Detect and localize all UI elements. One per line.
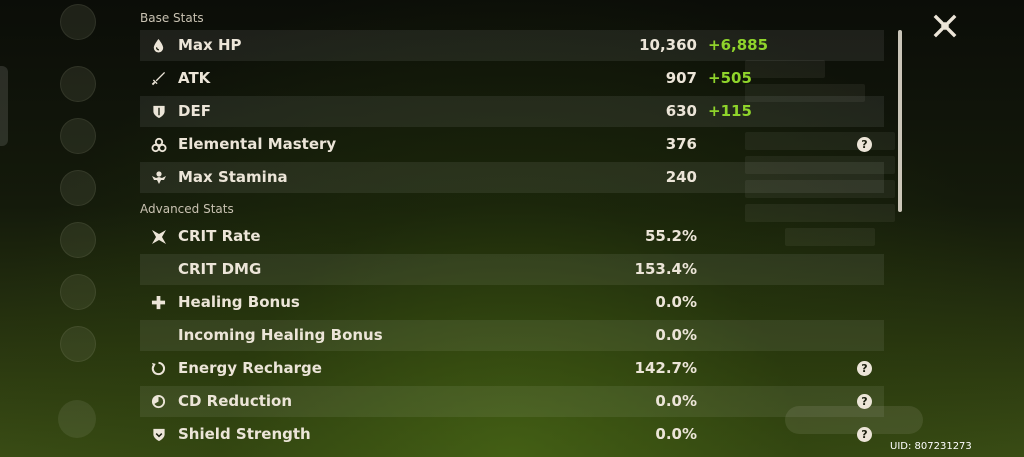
- stat-value: 0.0%: [655, 326, 697, 344]
- stat-label: CD Reduction: [178, 392, 293, 410]
- cd-reduction-icon: [150, 393, 167, 410]
- stat-row-def: DEF 630 +115: [140, 96, 884, 127]
- crit-rate-icon: [150, 228, 167, 245]
- background-side-tab: [0, 66, 8, 146]
- background-avatar: [60, 4, 96, 40]
- stat-value: 153.4%: [634, 260, 697, 278]
- stat-label: Energy Recharge: [178, 359, 322, 377]
- elemental-mastery-icon: [150, 136, 167, 153]
- water-drop-icon: [150, 37, 167, 54]
- background-avatar: [60, 274, 96, 310]
- stat-bonus: +505: [708, 69, 752, 87]
- stat-value: 630: [665, 102, 697, 120]
- help-icon[interactable]: ?: [857, 137, 872, 152]
- stat-row-crit-dmg: CRIT DMG 153.4%: [140, 254, 884, 285]
- close-button[interactable]: [933, 14, 957, 38]
- stat-bonus: +115: [708, 102, 752, 120]
- help-icon[interactable]: ?: [857, 427, 872, 442]
- stat-label: Incoming Healing Bonus: [178, 326, 383, 344]
- stat-row-cd-reduction: CD Reduction 0.0% ?: [140, 386, 884, 417]
- stat-row-shield-strength: Shield Strength 0.0% ?: [140, 419, 884, 450]
- stat-value: 907: [665, 69, 697, 87]
- stat-label: Max HP: [178, 36, 242, 54]
- stat-label: ATK: [178, 69, 211, 87]
- stat-value: 142.7%: [634, 359, 697, 377]
- stat-row-crit-rate: CRIT Rate 55.2%: [140, 221, 884, 252]
- background-avatar: [60, 66, 96, 102]
- close-icon: [933, 14, 957, 38]
- background-avatar: [60, 170, 96, 206]
- stat-label: Healing Bonus: [178, 293, 300, 311]
- stat-value: 376: [665, 135, 697, 153]
- background-avatar: [60, 326, 96, 362]
- stat-label: Shield Strength: [178, 425, 311, 443]
- stat-value: 0.0%: [655, 392, 697, 410]
- background-menu-button: [58, 400, 96, 438]
- stat-label: Max Stamina: [178, 168, 288, 186]
- stat-row-atk: ATK 907 +505: [140, 63, 884, 94]
- background-avatar: [60, 222, 96, 258]
- uid-label: UID: 807231273: [890, 441, 972, 452]
- help-icon[interactable]: ?: [857, 394, 872, 409]
- background-avatar: [60, 118, 96, 154]
- help-icon[interactable]: ?: [857, 361, 872, 376]
- stat-value: 240: [665, 168, 697, 186]
- stamina-icon: [150, 169, 167, 186]
- stat-row-max-stamina: Max Stamina 240: [140, 162, 884, 193]
- stat-row-max-hp: Max HP 10,360 +6,885: [140, 30, 884, 61]
- scrollbar-thumb[interactable]: [898, 30, 902, 212]
- stat-value: 0.0%: [655, 293, 697, 311]
- stat-bonus: +6,885: [708, 36, 769, 54]
- base-stats-header: Base Stats: [140, 11, 204, 25]
- stat-label: CRIT DMG: [178, 260, 262, 278]
- stat-row-elemental-mastery: Elemental Mastery 376 ?: [140, 129, 884, 160]
- background-character-list: [0, 0, 140, 457]
- sword-icon: [150, 70, 167, 87]
- shield-strength-icon: [150, 426, 167, 443]
- healing-cross-icon: [150, 294, 167, 311]
- stat-label: DEF: [178, 102, 211, 120]
- shield-icon: [150, 103, 167, 120]
- stat-row-energy-recharge: Energy Recharge 142.7% ?: [140, 353, 884, 384]
- stat-value: 10,360: [639, 36, 697, 54]
- stat-label: Elemental Mastery: [178, 135, 337, 153]
- stat-value: 0.0%: [655, 425, 697, 443]
- stat-label: CRIT Rate: [178, 227, 261, 245]
- energy-recharge-icon: [150, 360, 167, 377]
- stat-row-incoming-healing-bonus: Incoming Healing Bonus 0.0%: [140, 320, 884, 351]
- advanced-stats-header: Advanced Stats: [140, 202, 234, 216]
- stat-row-healing-bonus: Healing Bonus 0.0%: [140, 287, 884, 318]
- stat-value: 55.2%: [644, 227, 697, 245]
